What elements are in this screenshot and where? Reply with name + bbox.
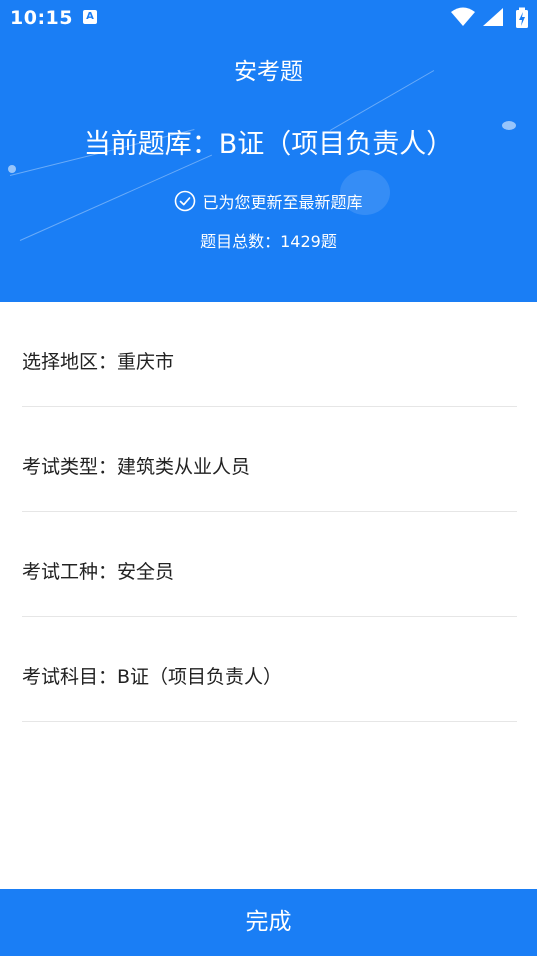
job-type-text: 考试工种：安全员	[22, 561, 175, 583]
region-text: 选择地区：重庆市	[22, 351, 175, 373]
update-status-text: 已为您更新至最新题库	[202, 193, 363, 212]
job-type-row[interactable]: 考试工种：安全员	[22, 512, 517, 617]
question-bank-title: 当前题库：B证（项目负责人）	[83, 129, 454, 160]
exam-type-text: 考试类型：建筑类从业人员	[22, 456, 251, 478]
exam-subject-text: 考试科目：B证（项目负责人）	[22, 666, 283, 688]
status-time: 10:15	[10, 7, 73, 29]
notification-icon: A	[83, 10, 97, 24]
check-circle-icon	[175, 190, 196, 212]
exam-type-row[interactable]: 考试类型：建筑类从业人员	[22, 407, 517, 512]
cellular-signal-icon	[482, 8, 503, 26]
header-banner: 10:15 A 安考题 当前题库：B证（项目负责人） 已为您更新至最新题库 题目…	[0, 0, 537, 302]
status-icons	[450, 7, 529, 29]
exam-subject-row[interactable]: 考试科目：B证（项目负责人）	[22, 617, 517, 722]
done-button[interactable]: 完成	[0, 889, 537, 956]
exam-info-list: 选择地区：重庆市 考试类型：建筑类从业人员 考试工种：安全员 考试科目：B证（项…	[22, 302, 517, 722]
decorative-dot	[8, 165, 16, 173]
wifi-icon	[450, 7, 475, 26]
app-title: 安考题	[234, 59, 303, 85]
battery-charging-icon	[516, 7, 528, 28]
status-bar: 10:15 A	[0, 0, 537, 36]
region-row[interactable]: 选择地区：重庆市	[22, 302, 517, 407]
total-questions: 题目总数：1429题	[200, 232, 337, 251]
update-status-row: 已为您更新至最新题库	[0, 189, 537, 213]
